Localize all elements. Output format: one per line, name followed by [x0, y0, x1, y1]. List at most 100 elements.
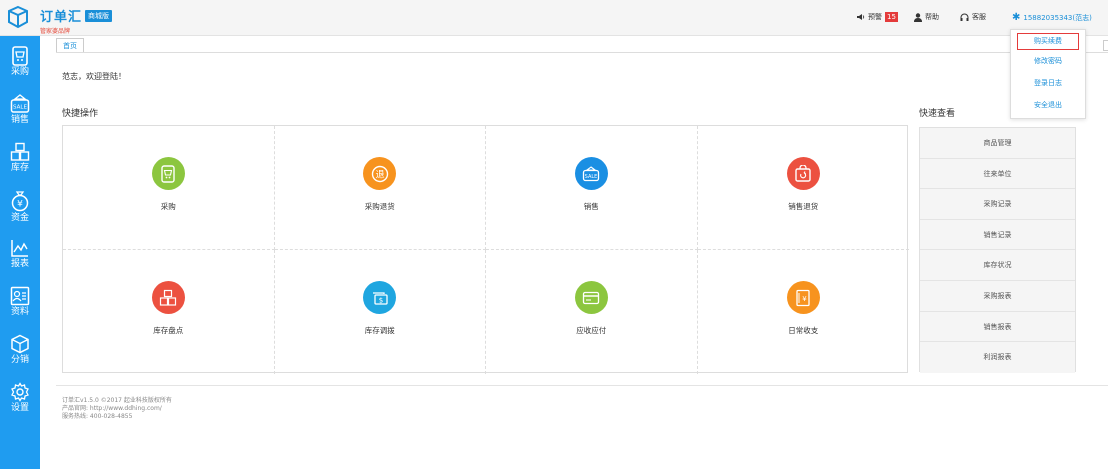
sidebar-item-label: 分销	[10, 355, 29, 365]
sidebar-item-inventory[interactable]: 库存	[0, 140, 40, 180]
svg-text:$: $	[379, 296, 383, 304]
quick-view-item-purchase-report[interactable]: 采购报表	[920, 280, 1075, 312]
footer-website: 产品官网: http://www.ddhing.com/	[62, 405, 162, 412]
headset-icon	[960, 13, 969, 21]
stocktake-icon	[151, 281, 185, 314]
dropdown-item-login-log[interactable]: 登录日志	[1011, 72, 1085, 94]
funds-icon: ¥	[11, 191, 29, 212]
sidebar-item-label: 设置	[10, 403, 29, 413]
quick-view-item-products[interactable]: 商品管理	[920, 128, 1075, 159]
quick-op-label: 采购	[160, 202, 176, 211]
sidebar-item-label: 资料	[10, 307, 29, 317]
quick-op-label: 销售退货	[788, 202, 819, 211]
tab-bar: 首页	[56, 38, 84, 53]
svg-text:¥: ¥	[803, 295, 808, 303]
inventory-icon	[10, 142, 30, 161]
quick-view-item-sale-records[interactable]: 销售记录	[920, 219, 1075, 251]
sale-icon: SALE	[10, 94, 30, 113]
settings-icon	[11, 382, 29, 402]
sidebar-item-purchase[interactable]: 采购	[0, 44, 40, 84]
service-label: 客服	[972, 13, 986, 21]
purchase-icon	[151, 157, 185, 190]
quick-op-sale[interactable]: SALE 销售	[486, 126, 698, 250]
quick-ops-title: 快捷操作	[62, 109, 99, 119]
quick-op-label: 采购退货	[364, 202, 395, 211]
sale-icon: SALE	[574, 157, 608, 190]
quick-op-label: 日常收支	[788, 326, 819, 335]
quick-op-receivable[interactable]: 应收应付	[486, 250, 698, 374]
sidebar-item-distribution[interactable]: 分销	[0, 332, 40, 372]
svg-text:SALE: SALE	[585, 173, 598, 179]
purchase-icon	[12, 46, 28, 66]
sidebar-item-label: 采购	[10, 67, 29, 77]
footer-hotline: 服务热线: 400-028-4855	[62, 413, 133, 420]
sidebar-item-settings[interactable]: 设置	[0, 380, 40, 420]
sidebar-item-label: 销售	[10, 115, 29, 125]
quick-view-item-profit-report[interactable]: 利润报表	[920, 342, 1075, 373]
quick-op-purchase-return[interactable]: 退 采购退货	[274, 126, 486, 250]
sidebar-item-sale[interactable]: SALE 销售	[0, 92, 40, 132]
footer: 订单汇v1.5.0 ©2017 起业科技版权所有 产品官网: http://ww…	[62, 397, 172, 421]
footer-divider	[56, 385, 1108, 386]
tab-divider	[56, 52, 1108, 53]
dropdown-item-renew[interactable]: 购买续费	[1017, 33, 1079, 50]
quick-op-daily-expense[interactable]: ¥ 日常收支	[698, 250, 910, 374]
top-bar: 订单汇 商城版 管家婆品牌 预警 15 帮助 客服 ✱ 15882035343(范…	[0, 0, 1108, 36]
brand-name: 订单汇	[40, 10, 83, 25]
svg-text:¥: ¥	[17, 200, 23, 210]
quick-op-label: 应收应付	[576, 326, 607, 335]
transfer-icon: $	[363, 281, 397, 314]
tab-home[interactable]: 首页	[56, 38, 84, 53]
sidebar-item-label: 资金	[10, 213, 29, 223]
sidebar-item-label: 报表	[10, 259, 29, 269]
quick-view-title: 快速查看	[919, 109, 956, 119]
brand-logo-icon	[8, 5, 28, 29]
quick-op-purchase[interactable]: 采购	[63, 126, 275, 250]
service-link[interactable]: 客服	[960, 12, 986, 22]
sidebar: 采购 SALE 销售 库存 ¥ 资金 报表 资料 分销 设置	[0, 36, 40, 469]
quick-op-sale-return[interactable]: 销售退货	[697, 126, 909, 250]
brand: 订单汇 商城版 管家婆品牌	[40, 6, 113, 35]
welcome-text: 范志，欢迎登陆！	[62, 72, 126, 81]
user-account-label: 15882035343(范志)	[1023, 13, 1092, 22]
brand-subtitle: 管家婆品牌	[40, 28, 71, 35]
quick-op-label: 销售	[583, 202, 599, 211]
dropdown-item-logout[interactable]: 安全退出	[1011, 94, 1085, 116]
sidebar-item-report[interactable]: 报表	[0, 236, 40, 276]
quick-view-item-partners[interactable]: 往来单位	[920, 158, 1075, 190]
quick-op-stocktake[interactable]: 库存盘点	[63, 250, 275, 374]
report-icon	[11, 240, 28, 257]
gear-icon: ✱	[1012, 12, 1021, 23]
sale-return-icon	[786, 157, 820, 190]
user-dropdown-menu: 购买续费 修改密码 登录日志 安全退出	[1010, 29, 1086, 119]
sidebar-item-profile[interactable]: 资料	[0, 284, 40, 324]
svg-text:退: 退	[375, 169, 384, 180]
user-menu-toggle[interactable]: ✱ 15882035343(范志)	[1012, 12, 1092, 23]
warning-label: 预警	[868, 13, 882, 21]
quick-view-item-sale-report[interactable]: 销售报表	[920, 311, 1075, 343]
help-label: 帮助	[925, 13, 939, 21]
distribution-icon	[11, 334, 29, 354]
purchase-return-icon: 退	[363, 157, 397, 190]
sidebar-item-label: 库存	[10, 163, 29, 173]
quick-view-item-purchase-records[interactable]: 采购记录	[920, 189, 1075, 220]
quick-op-label: 库存盘点	[153, 326, 184, 335]
profile-icon	[10, 286, 30, 306]
help-link[interactable]: 帮助	[914, 12, 939, 22]
user-icon	[914, 12, 922, 22]
tab-scroll-handle[interactable]	[1103, 40, 1108, 51]
dropdown-item-change-password[interactable]: 修改密码	[1011, 50, 1085, 72]
svg-text:SALE: SALE	[13, 105, 27, 111]
brand-badge: 商城版	[85, 10, 113, 22]
sidebar-item-funds[interactable]: ¥ 资金	[0, 188, 40, 228]
quick-op-label: 库存调拨	[364, 326, 395, 335]
daily-expense-icon: ¥	[786, 281, 820, 314]
speaker-icon	[857, 14, 865, 20]
quick-ops-grid: 采购 退 采购退货 SALE 销售 销售退货 库存盘点 $ 库存调拨 应收应付	[62, 125, 910, 374]
quick-view-list: 商品管理 往来单位 采购记录 销售记录 库存状况 采购报表 销售报表 利润报表	[919, 127, 1076, 373]
warning-count-badge: 15	[885, 12, 898, 22]
quick-view-item-inventory-status[interactable]: 库存状况	[920, 250, 1075, 281]
quick-op-transfer[interactable]: $ 库存调拨	[275, 250, 486, 374]
warning-link[interactable]: 预警 15	[857, 12, 898, 22]
footer-copyright: 订单汇v1.5.0 ©2017 起业科技版权所有	[62, 397, 172, 404]
